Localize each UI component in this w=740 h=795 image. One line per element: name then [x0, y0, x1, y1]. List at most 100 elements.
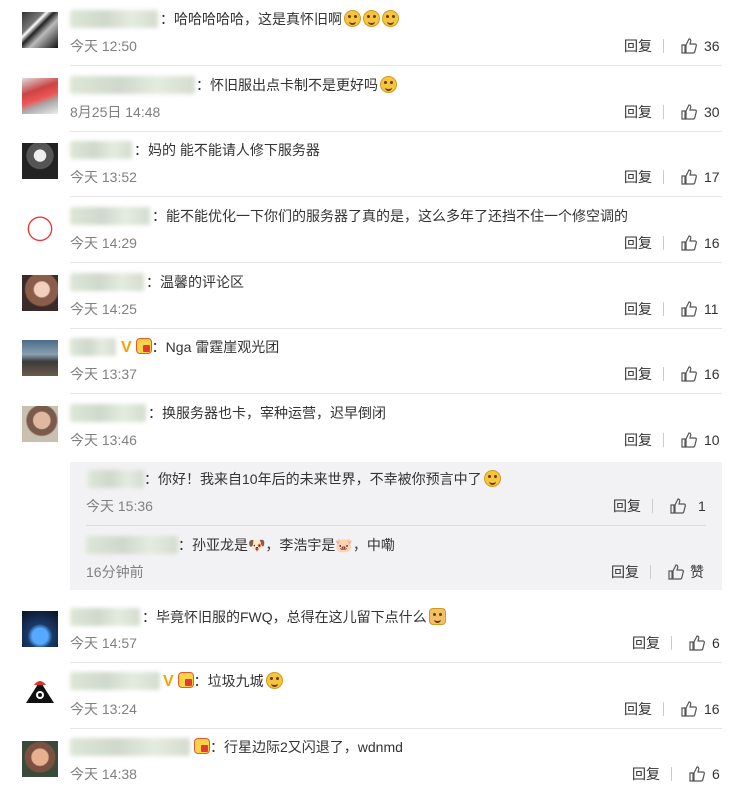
username-blurred[interactable] — [70, 738, 190, 756]
divider — [663, 702, 664, 716]
username-blurred[interactable] — [70, 207, 150, 225]
divider — [86, 525, 706, 526]
like-count: 1 — [698, 498, 706, 514]
like-count: 17 — [704, 169, 720, 185]
divider — [663, 236, 664, 250]
reply-button[interactable]: 回复 — [624, 103, 652, 121]
fan-badge-icon — [194, 738, 210, 754]
like-count: 11 — [704, 301, 719, 317]
comment-time: 8月25日 14:48 — [70, 104, 161, 120]
divider — [70, 262, 722, 263]
username-blurred[interactable] — [70, 404, 146, 422]
comment-time: 今天 13:46 — [70, 432, 137, 448]
comment-text-content: ：毕竟怀旧服的FWQ，总得在这儿留下点什么 — [142, 609, 427, 625]
thumbs-up-icon[interactable] — [680, 234, 698, 252]
reply-button[interactable]: 回复 — [624, 700, 652, 718]
divider — [70, 393, 722, 394]
avatar[interactable] — [22, 406, 58, 442]
reply-button[interactable]: 回复 — [624, 300, 652, 318]
username-blurred[interactable] — [70, 141, 132, 159]
thumbs-up-icon[interactable] — [680, 365, 698, 383]
like-count: 30 — [704, 104, 720, 120]
comment-text-content: ：哈哈哈哈哈，这是真怀旧啊 — [160, 11, 342, 27]
reply-button[interactable]: 回复 — [624, 168, 652, 186]
divider — [671, 767, 672, 781]
divider — [663, 39, 664, 53]
thumbs-up-icon[interactable] — [680, 168, 698, 186]
laugh-cry-emoji-icon — [382, 10, 399, 27]
avatar[interactable] — [22, 78, 58, 114]
comment-text: V ：Nga 雷霆崖观光团 — [118, 338, 279, 357]
avatar-image — [26, 681, 54, 703]
avatar[interactable] — [22, 741, 58, 777]
avatar[interactable] — [22, 12, 58, 48]
divider — [70, 196, 722, 197]
comment-text: ：毕竟怀旧服的FWQ，总得在这儿留下点什么 — [142, 608, 446, 626]
reply-button[interactable]: 回复 — [624, 365, 652, 383]
like-button-label[interactable]: 赞 — [690, 563, 704, 581]
avatar[interactable] — [22, 675, 58, 711]
divider — [70, 328, 722, 329]
comment-time: 今天 14:25 — [70, 301, 137, 317]
divider — [663, 367, 664, 381]
reply-text: ：你好！我来自10年后的未来世界，不幸被你预言中了 — [144, 470, 501, 488]
thumbs-up-icon[interactable] — [669, 497, 687, 515]
doge-emoji-icon — [428, 608, 446, 625]
username-blurred[interactable] — [70, 10, 158, 28]
divider — [70, 728, 722, 729]
verified-v-icon: V — [163, 673, 174, 690]
reply-button[interactable]: 回复 — [632, 634, 660, 652]
username-blurred[interactable] — [70, 76, 195, 94]
divider — [70, 662, 722, 663]
thumbs-up-icon[interactable] — [688, 765, 706, 783]
divider — [70, 131, 722, 132]
avatar[interactable] — [22, 340, 58, 376]
avatar[interactable] — [22, 143, 58, 179]
laugh-cry-emoji-icon — [363, 10, 380, 27]
divider — [663, 433, 664, 447]
reply-time: 今天 15:36 — [86, 498, 153, 514]
fan-badge-icon — [177, 672, 194, 688]
divider — [671, 636, 672, 650]
username-blurred[interactable] — [70, 273, 144, 291]
avatar[interactable] — [22, 209, 58, 245]
like-count: 10 — [704, 432, 720, 448]
divider — [650, 565, 651, 579]
thumbs-up-icon[interactable] — [680, 103, 698, 121]
divider — [652, 499, 653, 513]
thumbs-up-icon[interactable] — [688, 634, 706, 652]
avatar[interactable] — [22, 611, 58, 647]
laugh-cry-emoji-icon — [344, 10, 361, 27]
like-count: 16 — [704, 701, 720, 717]
username-blurred[interactable] — [88, 470, 144, 488]
thumbs-up-icon[interactable] — [680, 431, 698, 449]
reply-button[interactable]: 回复 — [632, 765, 660, 783]
divider — [663, 105, 664, 119]
comment-text-content: ：Nga 雷霆崖观光团 — [151, 339, 280, 355]
verified-v-icon: V — [121, 339, 132, 356]
username-blurred[interactable] — [70, 672, 160, 690]
comment-text: ：怀旧服出点卡制不是更好吗 — [196, 76, 397, 94]
like-count: 16 — [704, 235, 720, 251]
username-blurred[interactable] — [70, 338, 116, 356]
comment-text-content: ：行星边际2又闪退了，wdnmd — [210, 739, 403, 755]
thumbs-up-icon[interactable] — [667, 563, 685, 581]
worried-emoji-icon — [380, 76, 397, 93]
reply-button[interactable]: 回复 — [624, 37, 652, 55]
comment-time: 今天 14:29 — [70, 235, 137, 251]
comment-time: 今天 14:57 — [70, 635, 137, 651]
fan-badge-icon — [135, 338, 152, 354]
reply-button[interactable]: 回复 — [613, 497, 641, 515]
thumbs-up-icon[interactable] — [680, 37, 698, 55]
thumbs-up-icon[interactable] — [680, 700, 698, 718]
like-count: 36 — [704, 38, 720, 54]
reply-text-content: ：你好！我来自10年后的未来世界，不幸被你预言中了 — [144, 471, 482, 487]
reply-button[interactable]: 回复 — [611, 563, 639, 581]
comment-text: ：能不能优化一下你们的服务器了真的是，这么多年了还挡不住一个修空调的 — [152, 208, 628, 224]
thumbs-up-icon[interactable] — [680, 300, 698, 318]
username-blurred[interactable] — [70, 608, 140, 626]
reply-button[interactable]: 回复 — [624, 234, 652, 252]
reply-button[interactable]: 回复 — [624, 431, 652, 449]
username-blurred[interactable] — [86, 536, 178, 554]
avatar[interactable] — [22, 275, 58, 311]
